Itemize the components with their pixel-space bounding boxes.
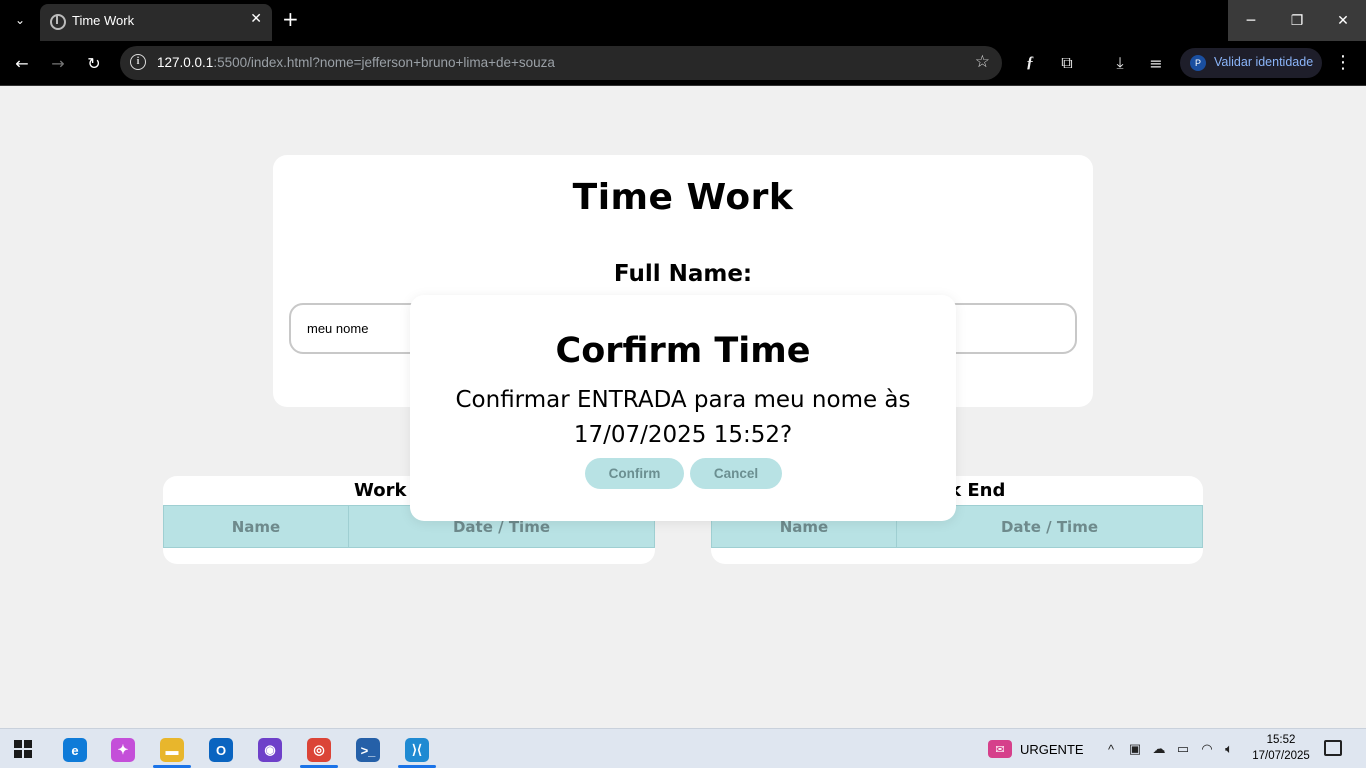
window-minimize-icon[interactable]: ─ — [1228, 0, 1274, 41]
bookmark-star-icon[interactable]: ☆ — [975, 52, 990, 72]
windows-taskbar: e ✦ ▬ O ◉ ◎ >_ ⟩⟨ ✉ URGENTE ^ ▣ ☁ ▭ ◠ 🔈︎ 15:52 … — [0, 728, 1366, 768]
extensions-puzzle-icon[interactable]: ⧉ — [1056, 52, 1078, 74]
address-bar[interactable]: i 127.0.0.1:5500/index.html?nome=jeffers… — [120, 46, 1002, 80]
cancel-button[interactable]: Cancel — [690, 458, 782, 489]
taskbar-app-outlook[interactable]: O — [202, 733, 240, 767]
browser-titlebar: ⌄ Time Work ✕ + ─ ❐ ✕ — [0, 0, 1366, 41]
address-url[interactable]: 127.0.0.1:5500/index.html?nome=jefferson… — [157, 55, 555, 70]
urgent-app-icon: ✉ — [988, 740, 1012, 758]
volume-icon[interactable]: 🔈︎ — [1220, 740, 1238, 758]
wifi-icon[interactable]: ◠ — [1198, 740, 1216, 758]
show-hidden-icons-chevron-icon[interactable]: ^ — [1102, 740, 1120, 758]
windows-start-icon[interactable] — [14, 740, 32, 758]
outlook-icon: O — [209, 738, 233, 762]
browser-tab-active[interactable]: Time Work ✕ — [40, 4, 272, 41]
onedrive-cloud-icon[interactable]: ☁ — [1150, 740, 1168, 758]
column-header-name: Name — [163, 505, 349, 548]
browser-menu-icon[interactable]: ⋮ — [1334, 52, 1352, 73]
clock-time: 15:52 — [1266, 734, 1296, 746]
page-title: Time Work — [572, 177, 794, 218]
profile-button[interactable]: P Validar identidade — [1180, 48, 1322, 78]
tab-search-chevron-icon[interactable]: ⌄ — [8, 8, 32, 32]
taskbar-clock[interactable]: 15:52 17/07/2025 — [1249, 732, 1313, 764]
site-info-icon[interactable]: i — [130, 54, 146, 70]
vscode-icon: ⟩⟨ — [405, 738, 429, 762]
taskbar-app-vscode[interactable]: ⟩⟨ — [398, 733, 436, 768]
github-desktop-icon: ◉ — [258, 738, 282, 762]
taskbar-app-github-desktop[interactable]: ◉ — [251, 733, 289, 767]
dialog-title: Corfirm Time — [555, 331, 811, 371]
tab-title: Time Work — [72, 13, 135, 28]
taskbar-app-copilot[interactable]: ✦ — [104, 733, 142, 767]
taskbar-app-edge[interactable]: e — [56, 733, 94, 767]
edge-icon: e — [63, 738, 87, 762]
confirm-button[interactable]: Confirm — [585, 458, 684, 489]
browser-toolbar: ← → ↻ i 127.0.0.1:5500/index.html?nome=j… — [0, 41, 1366, 86]
url-path: :5500/index.html?nome=jefferson+bruno+li… — [213, 55, 555, 70]
tab-close-icon[interactable]: ✕ — [250, 11, 262, 27]
media-queue-icon[interactable]: ≡ — [1145, 52, 1167, 74]
back-arrow-icon[interactable]: ← — [11, 52, 33, 74]
taskbar-app-file-explorer[interactable]: ▬ — [153, 733, 191, 768]
system-tray: ^ ▣ ☁ ▭ ◠ 🔈︎ — [1102, 729, 1238, 768]
font-extension-icon[interactable]: ƒ — [1019, 52, 1041, 74]
battery-icon[interactable]: ▭ — [1174, 740, 1192, 758]
new-tab-plus-icon[interactable]: + — [282, 8, 299, 30]
window-close-icon[interactable]: ✕ — [1320, 0, 1366, 41]
taskbar-app-powershell[interactable]: >_ — [349, 733, 387, 767]
urgent-label: URGENTE — [1020, 741, 1084, 757]
clock-date: 17/07/2025 — [1252, 750, 1310, 762]
notifications-icon[interactable] — [1324, 740, 1342, 756]
meet-icon[interactable]: ▣ — [1126, 740, 1144, 758]
url-host: 127.0.0.1 — [157, 55, 214, 70]
file-explorer-icon: ▬ — [160, 738, 184, 762]
full-name-label: Full Name: — [613, 261, 753, 287]
dialog-message: Confirmar ENTRADA para meu nome às 17/07… — [455, 387, 911, 448]
profile-label: Validar identidade — [1214, 55, 1314, 69]
chrome-icon: ◎ — [307, 738, 331, 762]
profile-avatar: P — [1190, 55, 1206, 71]
forward-arrow-icon[interactable]: → — [47, 52, 69, 74]
tab-favicon-icon — [50, 14, 66, 30]
taskbar-app-chrome[interactable]: ◎ — [300, 733, 338, 768]
window-restore-icon[interactable]: ❐ — [1274, 0, 1320, 41]
urgent-widget[interactable]: ✉ URGENTE — [988, 729, 1084, 768]
confirm-time-dialog: Corfirm Time Confirmar ENTRADA para meu … — [410, 295, 956, 521]
download-icon[interactable]: ⤓ — [1109, 52, 1131, 74]
powershell-icon: >_ — [356, 738, 380, 762]
copilot-icon: ✦ — [111, 738, 135, 762]
reload-icon[interactable]: ↻ — [83, 52, 105, 74]
